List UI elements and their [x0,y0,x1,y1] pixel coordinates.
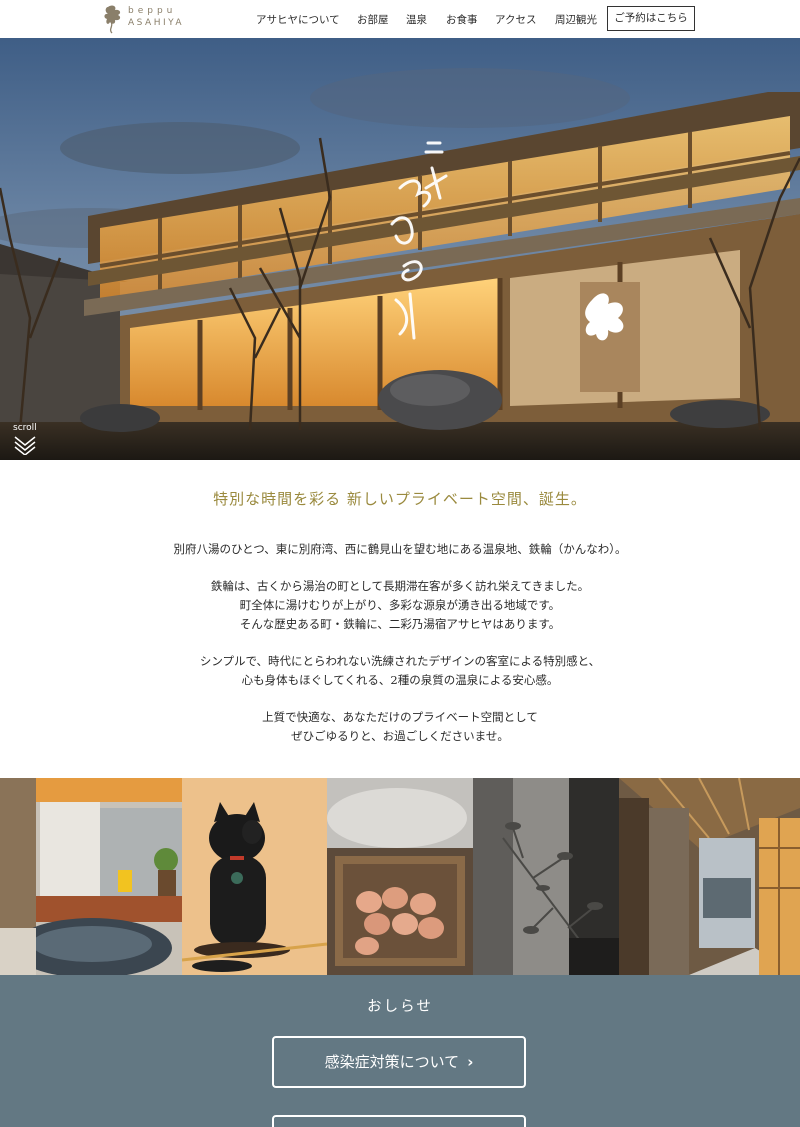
reserve-button[interactable]: ご予約はこちら [607,6,695,31]
nav-onsen[interactable]: 温泉 [406,12,427,27]
gallery-photo-room [0,778,182,975]
nav-about[interactable]: アサヒヤについて [256,12,340,27]
intro-paragraph-1: 別府八湯のひとつ、東に別府湾、西に鶴見山を望む地にある温泉地、鉄輪（かんなわ）。 [0,540,800,559]
intro-line: そんな歴史ある町・鉄輪に、二彩乃湯宿アサヒヤはあります。 [239,617,561,631]
site-header: beppu ASAHIYA アサヒヤについて お部屋 温泉 お食事 アクセス 周… [0,0,800,38]
nav-rooms[interactable]: お部屋 [357,12,389,27]
gallery-photo-corridor [619,778,800,975]
intro-line: ぜひごゆるりと、お過ごしくださいませ。 [291,729,509,743]
hero-photo [0,38,800,460]
news-section: おしらせ 感染症対策について › [0,975,800,1127]
gallery-photo-lucky-cat [182,778,327,975]
intro-body: 別府八湯のひとつ、東に別府湾、西に鶴見山を望む地にある温泉地、鉄輪（かんなわ）。… [0,540,800,764]
nav-dining[interactable]: お食事 [446,12,478,27]
scroll-label: scroll [13,423,37,433]
intro-line: 別府八湯のひとつ、東に別府湾、西に鶴見山を望む地にある温泉地、鉄輪（かんなわ）。 [173,542,627,556]
chevron-down-icon [14,436,36,455]
news-item-label: 感染症対策について [324,1053,460,1071]
photo-gallery [0,778,800,975]
gallery-photo-steamed-eggs [327,778,473,975]
news-title: おしらせ [367,999,433,1015]
intro-paragraph-4: 上質で快適な、あなただけのプライベート空間として ぜひごゆるりと、お過ごしくださ… [0,708,800,746]
chevron-right-icon: › [467,1053,474,1071]
intro-line: シンプルで、時代にとらわれない洗練されたデザインの客室による特別感と、 [199,654,601,668]
nav-access[interactable]: アクセス [495,12,536,27]
gallery-photo-shadow-wall [473,778,619,975]
intro-paragraph-3: シンプルで、時代にとらわれない洗練されたデザインの客室による特別感と、 心も身体… [0,652,800,690]
scroll-indicator[interactable]: scroll [13,423,39,457]
main-nav: アサヒヤについて お部屋 温泉 お食事 アクセス 周辺観光 ご予約はこちら [0,0,800,38]
news-item-infection-control-button[interactable]: 感染症対策について › [272,1036,526,1088]
intro-line: 町全体に湯けむりが上がり、多彩な源泉が湧き出る地域です。 [239,598,561,612]
hero-image [0,38,800,460]
intro-paragraph-2: 鉄輪は、古くから湯治の町として長期滞在客が多く訪れ栄えてきました。 町全体に湯け… [0,577,800,634]
intro-line: 鉄輪は、古くから湯治の町として長期滞在客が多く訪れ栄えてきました。 [210,579,590,593]
nav-sightseeing[interactable]: 周辺観光 [555,12,597,27]
news-item-button[interactable] [272,1115,526,1127]
intro-line: 心も身体もほぐしてくれる、2種の泉質の温泉による安心感。 [241,673,559,687]
intro-line: 上質で快適な、あなただけのプライベート空間として [262,710,538,724]
intro-heading: 特別な時間を彩る 新しいプライベート空間、誕生。 [213,490,587,508]
